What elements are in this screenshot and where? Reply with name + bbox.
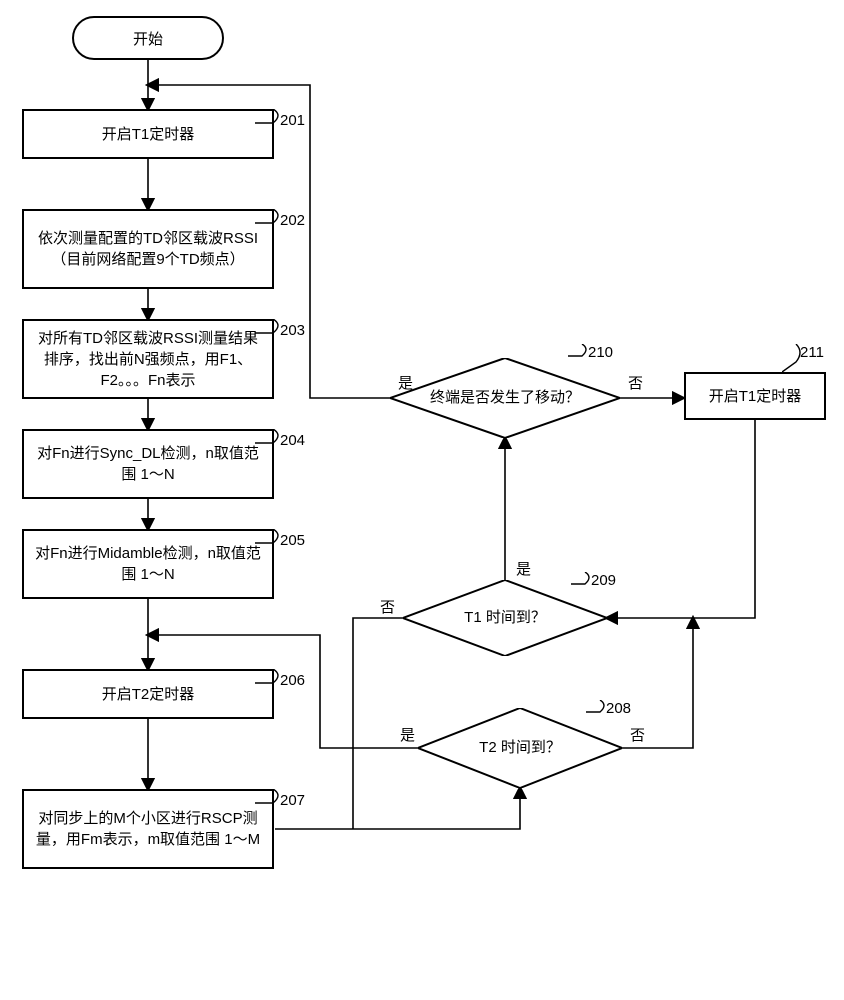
process-201-text: 开启T1定时器 (102, 124, 195, 145)
process-201: 开启T1定时器 (22, 109, 274, 159)
start-label: 开始 (133, 28, 163, 49)
decision-210-text: 终端是否发生了移动？ (430, 388, 580, 408)
label-209-yes: 是 (516, 558, 531, 579)
start-terminal: 开始 (72, 16, 224, 60)
leader-202 (255, 209, 285, 229)
label-208-no: 否 (630, 724, 645, 745)
leader-205 (255, 529, 285, 549)
process-206-text: 开启T2定时器 (102, 684, 195, 705)
flowchart-canvas: 开始 开启T1定时器 201 依次测量配置的TD邻区载波RSSI（目前网络配置9… (0, 0, 844, 1000)
label-210-yes: 是 (398, 372, 413, 393)
label-209-no: 否 (380, 596, 395, 617)
process-205-text: 对Fn进行Midamble检测，n取值范围 1～N (34, 543, 262, 585)
process-204: 对Fn进行Sync_DL检测，n取值范围 1～N (22, 429, 274, 499)
process-202: 依次测量配置的TD邻区载波RSSI（目前网络配置9个TD频点） (22, 209, 274, 289)
leader-201 (255, 109, 285, 129)
process-204-text: 对Fn进行Sync_DL检测，n取值范围 1～N (34, 443, 262, 485)
leader-203 (255, 319, 285, 339)
process-207: 对同步上的M个小区进行RSCP测量，用Fm表示，m取值范围 1～M (22, 789, 274, 869)
leader-210 (568, 344, 592, 362)
leader-207 (255, 789, 285, 809)
process-211: 开启T1定时器 (684, 372, 826, 420)
decision-210: 终端是否发生了移动？ (390, 358, 620, 438)
decision-209-text: T1 时间到？ (464, 608, 546, 628)
decision-208-text: T2 时间到？ (479, 738, 561, 758)
decision-208: T2 时间到？ (418, 708, 622, 788)
leader-208 (586, 700, 610, 718)
label-208-yes: 是 (400, 724, 415, 745)
process-205: 对Fn进行Midamble检测，n取值范围 1～N (22, 529, 274, 599)
process-211-text: 开启T1定时器 (709, 386, 802, 407)
leader-211 (782, 344, 806, 374)
leader-204 (255, 429, 285, 449)
process-203: 对所有TD邻区载波RSSI测量结果排序，找出前N强频点，用F1、F2。。。Fn表… (22, 319, 274, 399)
process-202-text: 依次测量配置的TD邻区载波RSSI（目前网络配置9个TD频点） (34, 228, 262, 270)
process-206: 开启T2定时器 (22, 669, 274, 719)
process-207-text: 对同步上的M个小区进行RSCP测量，用Fm表示，m取值范围 1～M (34, 808, 262, 850)
label-210-no: 否 (628, 372, 643, 393)
leader-206 (255, 669, 285, 689)
decision-209: T1 时间到？ (403, 580, 607, 656)
process-203-text: 对所有TD邻区载波RSSI测量结果排序，找出前N强频点，用F1、F2。。。Fn表… (34, 328, 262, 391)
leader-209 (571, 572, 595, 590)
